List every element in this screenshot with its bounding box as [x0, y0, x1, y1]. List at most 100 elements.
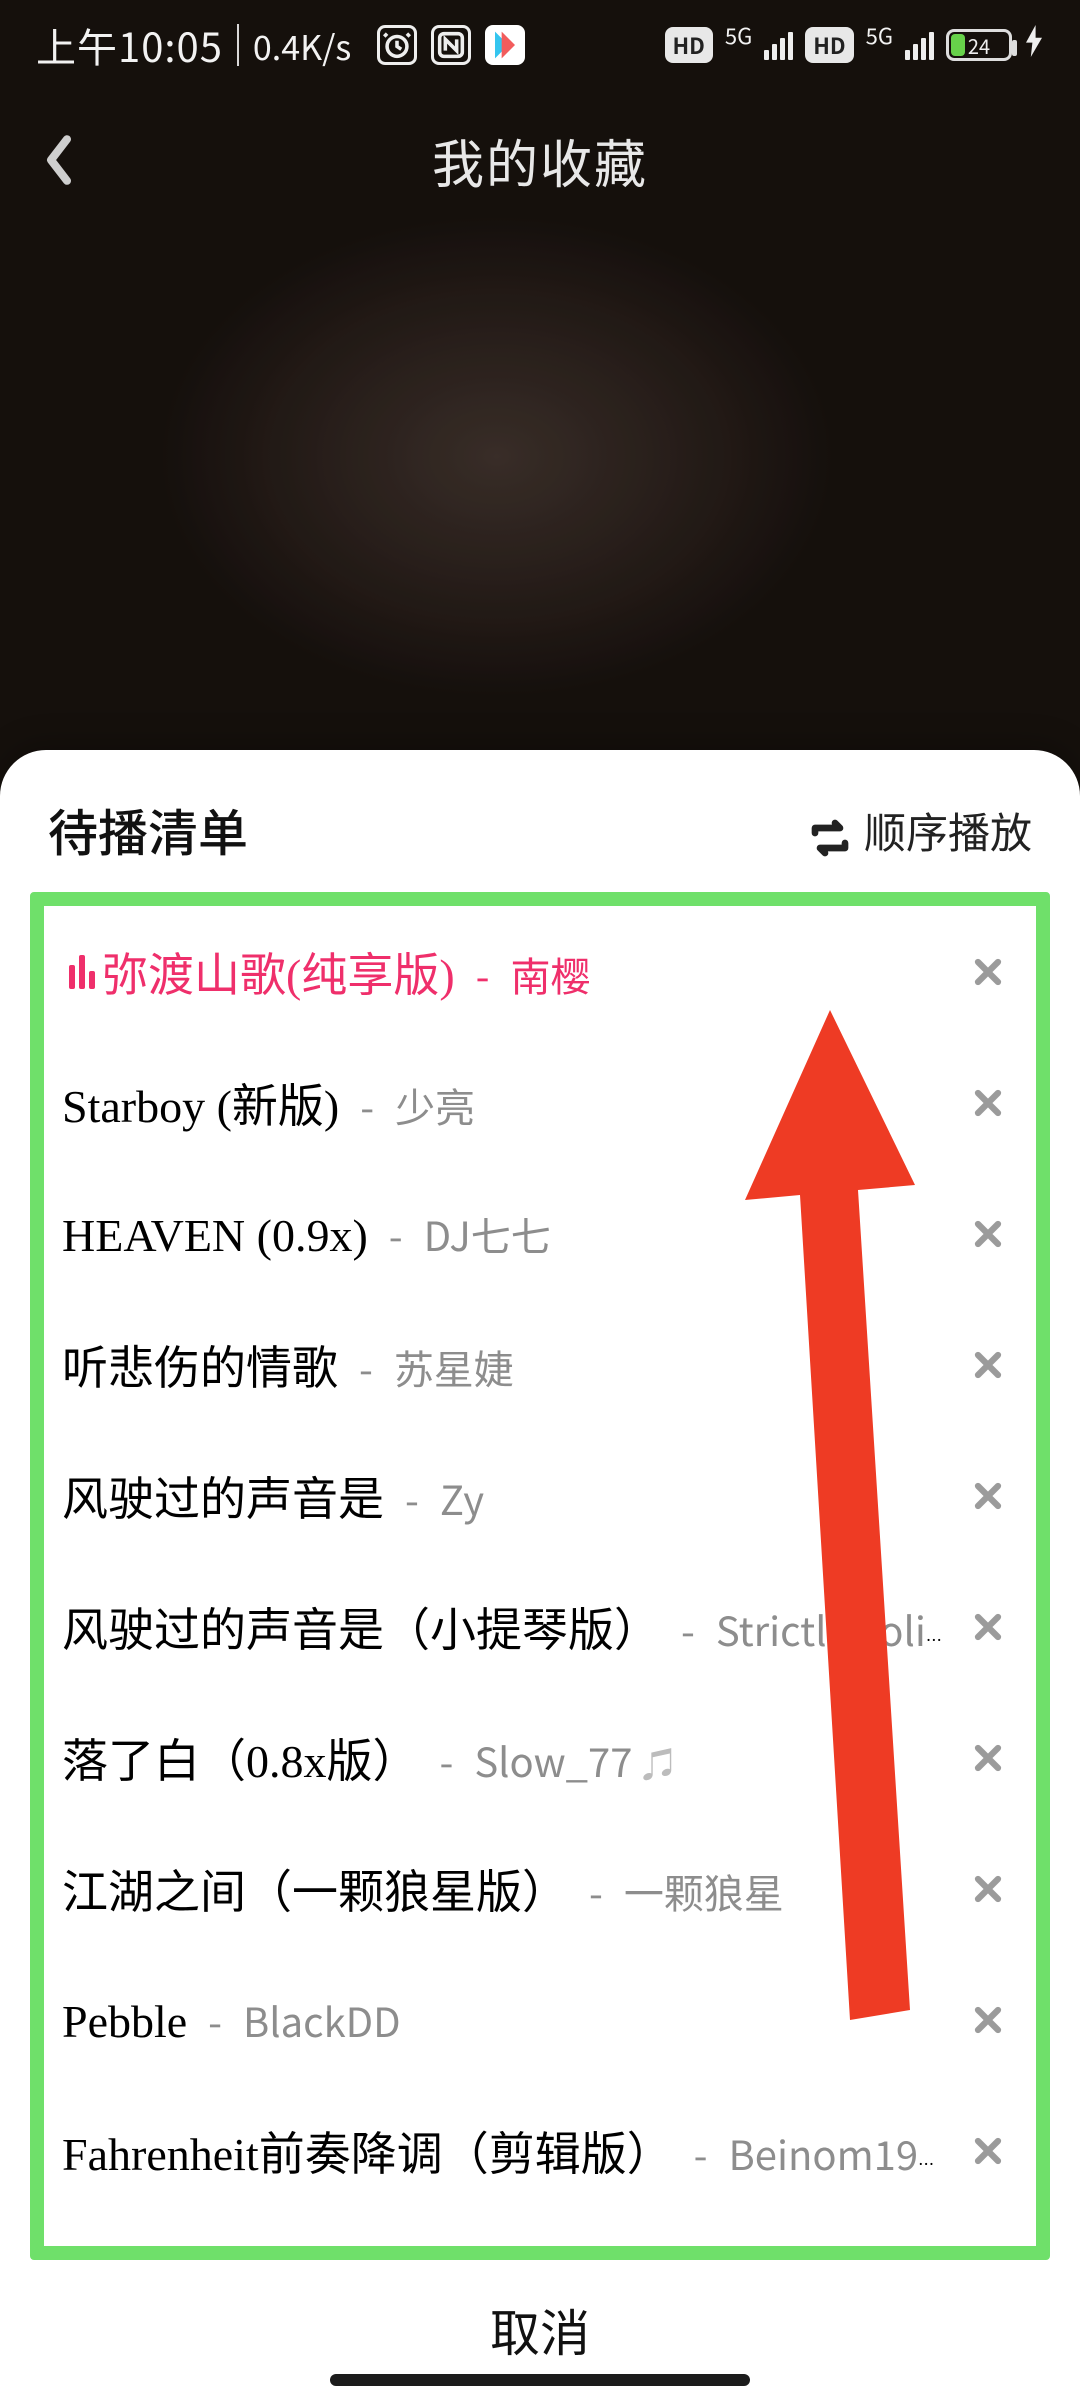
- song-title: 风驶过的声音是: [62, 1474, 384, 1525]
- separator: -: [685, 2124, 717, 2182]
- close-icon: [973, 1612, 1003, 1642]
- close-icon: [973, 1743, 1003, 1773]
- charging-icon: [1024, 25, 1044, 66]
- remove-button[interactable]: [960, 1468, 1016, 1524]
- close-icon: [973, 957, 1003, 987]
- home-indicator: [330, 2374, 750, 2386]
- remove-button[interactable]: [960, 2123, 1016, 2179]
- signal-icon-1: [764, 30, 793, 60]
- list-item-text: Pebble - BlackDD: [62, 1991, 948, 2049]
- list-item-text: 听悲伤的情歌 - 苏星婕: [62, 1332, 948, 1398]
- song-title: 落了白（0.8x版）: [62, 1736, 419, 1787]
- list-item[interactable]: 风驶过的声音是（小提琴版） - Strictlyviolin荀博…: [44, 1561, 1036, 1692]
- song-title: Fahrenheit前奏降调（剪辑版）: [62, 2129, 673, 2180]
- list-item[interactable]: 江湖之间（一颗狼星版） - 一颗狼星: [44, 1823, 1036, 1954]
- list-item[interactable]: 听悲伤的情歌 - 苏星婕: [44, 1299, 1036, 1430]
- song-artist: DJ七七: [424, 1205, 551, 1263]
- status-clock: 上午10:05: [36, 16, 223, 74]
- list-item-text: 弥渡山歌(纯享版) - 南樱: [102, 939, 948, 1005]
- separator: -: [672, 1600, 704, 1658]
- list-item[interactable]: 风驶过的声音是 - Zy: [44, 1430, 1036, 1561]
- remove-button[interactable]: [960, 1075, 1016, 1131]
- alarm-icon: [377, 25, 417, 65]
- close-icon: [973, 1481, 1003, 1511]
- list-item-text: HEAVEN (0.9x) - DJ七七: [62, 1205, 948, 1263]
- chevron-left-icon: [43, 134, 75, 186]
- separator: -: [396, 1469, 428, 1527]
- close-icon: [973, 1874, 1003, 1904]
- separator: -: [431, 1731, 463, 1789]
- page-title: 我的收藏: [432, 123, 648, 198]
- cancel-button[interactable]: 取消: [490, 2294, 590, 2366]
- back-button[interactable]: [24, 125, 94, 195]
- play-mode-button[interactable]: 顺序播放: [810, 800, 1032, 861]
- now-playing-icon: [62, 955, 102, 989]
- network-label-2: 5G: [866, 19, 893, 51]
- status-separator: [237, 24, 239, 66]
- list-item[interactable]: Fahrenheit前奏降调（剪辑版） - Beinom1997&Mu…: [44, 2085, 1036, 2216]
- separator: -: [351, 1076, 383, 1134]
- battery-icon: 24: [946, 29, 1012, 61]
- song-artist: BlackDD: [243, 1991, 401, 2049]
- remove-button[interactable]: [960, 1861, 1016, 1917]
- list-item[interactable]: Pebble - BlackDD: [44, 1954, 1036, 2085]
- list-item[interactable]: 弥渡山歌(纯享版) - 南樱: [44, 906, 1036, 1037]
- song-artist: 一颗狼星: [624, 1862, 784, 1920]
- app-icon: [485, 25, 525, 65]
- remove-button[interactable]: [960, 1337, 1016, 1393]
- list-item-text: Starboy (新版) - 少亮: [62, 1070, 948, 1136]
- close-icon: [973, 2136, 1003, 2166]
- separator: -: [199, 1991, 231, 2049]
- playlist-sheet: 待播清单 顺序播放 弥渡山歌(纯享版) - 南樱Starboy (新版) - 少…: [0, 750, 1080, 2400]
- song-title: Pebble: [62, 1996, 187, 2047]
- battery-percent: 24: [949, 31, 1009, 60]
- song-title: HEAVEN (0.9x): [62, 1210, 368, 1261]
- song-artist: Strictlyviolin荀博…: [716, 1600, 948, 1658]
- hd-badge-1: HD: [665, 27, 713, 63]
- list-item-text: Fahrenheit前奏降调（剪辑版） - Beinom1997&Mu…: [62, 2118, 948, 2184]
- song-artist: 少亮: [395, 1076, 475, 1134]
- remove-button[interactable]: [960, 1599, 1016, 1655]
- close-icon: [973, 1350, 1003, 1380]
- close-icon: [973, 2005, 1003, 2035]
- play-mode-label: 顺序播放: [864, 800, 1032, 861]
- song-artist: 苏星婕: [394, 1338, 514, 1396]
- network-label-1: 5G: [725, 19, 752, 51]
- remove-button[interactable]: [960, 1730, 1016, 1786]
- list-item-text: 落了白（0.8x版） - Slow_77♫: [62, 1725, 948, 1791]
- list-item[interactable]: HEAVEN (0.9x) - DJ七七: [44, 1168, 1036, 1299]
- hd-badge-2: HD: [805, 27, 853, 63]
- playlist-highlight-box: 弥渡山歌(纯享版) - 南樱 Starboy (新版) - 少亮 HEAVEN (0…: [30, 892, 1050, 2260]
- song-title: 风驶过的声音是（小提琴版）: [62, 1605, 660, 1656]
- separator: -: [350, 1338, 382, 1396]
- signal-icon-2: [905, 30, 934, 60]
- song-title: Starboy (新版): [62, 1081, 339, 1132]
- list-item[interactable]: Starboy (新版) - 少亮: [44, 1037, 1036, 1168]
- music-note-icon: ♫: [642, 1738, 676, 1787]
- song-title: 江湖之间（一颗狼星版）: [62, 1867, 568, 1918]
- close-icon: [973, 1088, 1003, 1118]
- playlist[interactable]: 弥渡山歌(纯享版) - 南樱 Starboy (新版) - 少亮 HEAVEN (0…: [44, 906, 1036, 2246]
- list-item[interactable]: 落了白（0.8x版） - Slow_77♫: [44, 1692, 1036, 1823]
- list-item-text: 江湖之间（一颗狼星版） - 一颗狼星: [62, 1856, 948, 1922]
- close-icon: [973, 1219, 1003, 1249]
- song-title: 听悲伤的情歌: [62, 1343, 338, 1394]
- song-artist: Beinom1997&Mu…: [729, 2124, 948, 2182]
- nfc-icon: [431, 25, 471, 65]
- remove-button[interactable]: [960, 944, 1016, 1000]
- loop-icon: [810, 810, 850, 850]
- song-title: 弥渡山歌(纯享版): [102, 950, 455, 1001]
- list-item-text: 风驶过的声音是（小提琴版） - Strictlyviolin荀博…: [62, 1594, 948, 1660]
- remove-button[interactable]: [960, 1992, 1016, 2048]
- status-bar: 上午10:05 0.4K/s HD 5G HD 5G 24: [0, 0, 1080, 90]
- song-artist: Zy: [440, 1469, 484, 1527]
- remove-button[interactable]: [960, 1206, 1016, 1262]
- song-artist: 南樱: [510, 945, 590, 1003]
- status-net-speed: 0.4K/s: [253, 21, 351, 70]
- separator: -: [380, 1205, 412, 1263]
- separator: -: [467, 945, 499, 1003]
- nav-header: 我的收藏: [0, 90, 1080, 230]
- list-item-text: 风驶过的声音是 - Zy: [62, 1463, 948, 1529]
- separator: -: [580, 1862, 612, 1920]
- song-artist: Slow_77: [474, 1731, 632, 1789]
